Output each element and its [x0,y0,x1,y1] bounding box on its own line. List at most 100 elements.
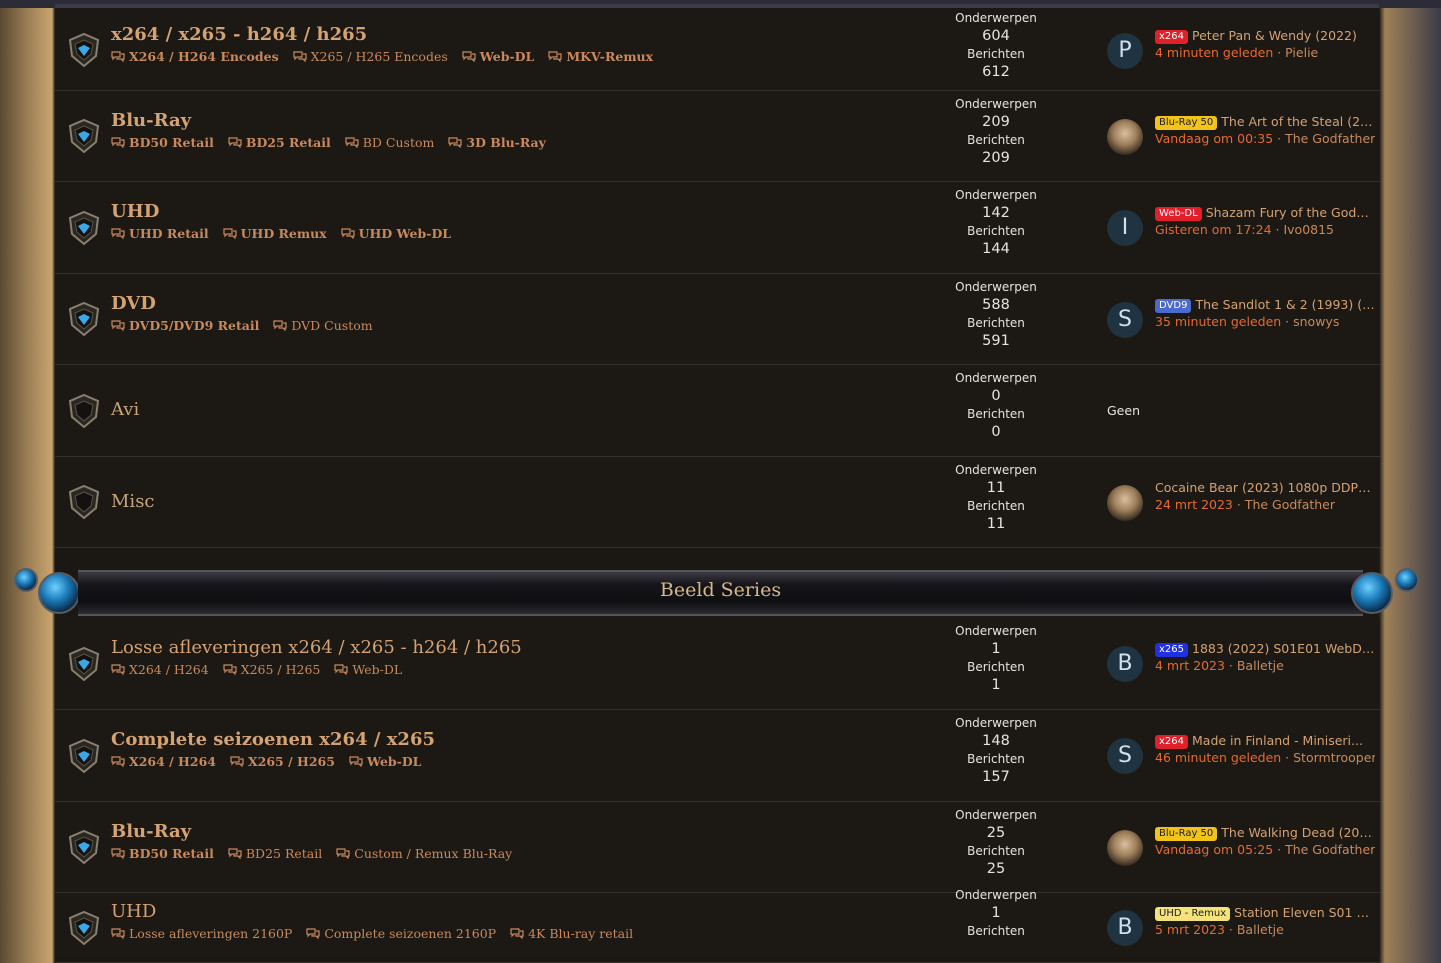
last-post-title[interactable]: x264 Peter Pan & Wendy (2022) [1155,28,1375,44]
subforum-link[interactable]: Web-DL [462,49,534,64]
subforum-link[interactable]: BD25 Retail [228,846,322,861]
last-post-title-text[interactable]: 1883 (2022) S01E01 WebDl 2... [1192,641,1375,656]
last-post-title[interactable]: x265 1883 (2022) S01E01 WebDl 2... [1155,641,1375,657]
forum-title[interactable]: Losse afleveringen x264 / x265 - h264 / … [111,637,522,658]
comments-icon [462,50,476,62]
last-post-time[interactable]: 5 mrt 2023 [1155,922,1225,937]
forum-title[interactable]: UHD [111,901,156,922]
topics-count: 0 [991,388,1001,404]
last-post-title-text[interactable]: Cocaine Bear (2023) 1080p DDP5.1... [1155,480,1375,495]
last-post-title[interactable]: Web-DL Shazam Fury of the Gods ... [1155,205,1375,221]
last-post-title[interactable]: UHD - Remux Station Eleven S01 Bl... [1155,905,1375,921]
last-post-time[interactable]: 4 minuten geleden [1155,45,1273,60]
last-post-title-text[interactable]: The Sandlot 1 & 2 (1993) (20... [1195,297,1375,312]
last-post-user[interactable]: The Godfather [1285,842,1375,857]
last-post-user[interactable]: The Godfather [1285,131,1375,146]
subforum-link[interactable]: 3D Blu-Ray [448,135,546,150]
subforum-link[interactable]: UHD Web-DL [341,226,451,241]
last-post-title-text[interactable]: Peter Pan & Wendy (2022) [1192,28,1357,43]
subforum-link[interactable]: BD25 Retail [228,135,331,150]
last-post-time[interactable]: Gisteren om 17:24 [1155,222,1272,237]
topics-count: 148 [982,733,1010,749]
user-avatar[interactable] [1107,118,1143,155]
last-post-title[interactable]: Cocaine Bear (2023) 1080p DDP5.1... [1155,480,1375,495]
subforum-link[interactable]: UHD Retail [111,226,209,241]
user-avatar[interactable]: B [1107,910,1143,946]
subforum-link[interactable]: Complete seizoenen 2160P [306,926,496,941]
subforum-link[interactable]: Web-DL [349,754,421,769]
subforum-link[interactable]: BD Custom [345,135,434,150]
subforum-link[interactable]: Losse afleveringen 2160P [111,926,292,941]
last-post-time[interactable]: 46 minuten geleden [1155,750,1281,765]
forum-title[interactable]: Blu-Ray [111,821,191,842]
forum-title[interactable]: DVD [111,293,156,314]
last-post-time[interactable]: 35 minuten geleden [1155,314,1281,329]
posts-label: Berichten [967,752,1025,766]
posts-label: Berichten [967,224,1025,238]
subforum-link[interactable]: X265 / H265 Encodes [293,49,448,64]
subforum-link[interactable]: MKV-Remux [548,49,653,64]
last-post-user[interactable]: Ivo0815 [1283,222,1334,237]
user-avatar[interactable]: S [1107,738,1143,774]
subforum-link[interactable]: Web-DL [334,662,402,677]
last-post-title-text[interactable]: Shazam Fury of the Gods ... [1206,205,1375,220]
subforum-link[interactable]: DVD5/DVD9 Retail [111,318,259,333]
last-post-title-text[interactable]: Made in Finland - Miniseri... [1192,733,1363,748]
user-avatar[interactable] [1107,829,1143,866]
subforum-link[interactable]: X265 / H265 [230,754,335,769]
last-post-title-text[interactable]: Station Eleven S01 Bl... [1234,905,1375,920]
comments-icon [345,136,359,148]
meta-separator: · [1273,841,1286,857]
subforum-link[interactable]: BD50 Retail [111,135,214,150]
forum-title[interactable]: x264 / x265 - h264 / h265 [111,24,367,45]
forum-stats: Onderwerpen 142 Berichten 144 [941,187,1051,259]
last-post-user[interactable]: Pielie [1285,45,1318,60]
subforum-link[interactable]: 4K Blu-ray retail [510,926,633,941]
subforum-link[interactable]: UHD Remux [223,226,327,241]
last-post-title-text[interactable]: The Art of the Steal (20... [1221,114,1375,129]
section-title[interactable]: Beeld Series [0,579,1441,601]
user-avatar[interactable]: S [1107,301,1143,338]
top-bar-edge [55,4,1379,8]
forum-title[interactable]: Misc [111,491,155,512]
last-post: Cocaine Bear (2023) 1080p DDP5.1... 24 mr… [1107,457,1375,548]
last-post-meta: Vandaag om 05:25 · The Godfather [1155,842,1375,857]
user-avatar[interactable] [1107,484,1143,521]
last-post-user[interactable]: The Godfather [1245,497,1335,512]
prefix-badge: x265 [1155,643,1189,657]
comments-icon [228,136,242,148]
user-avatar[interactable]: B [1107,646,1143,682]
subforum-list: BD50 Retail BD25 Retail Custom / Remux Blu… [111,846,526,861]
subforum-link[interactable]: BD50 Retail [111,846,214,861]
subforum-label: DVD Custom [291,317,373,333]
comments-icon [111,50,125,62]
forum-title[interactable]: Avi [111,399,139,420]
last-post-time[interactable]: 24 mrt 2023 [1155,497,1233,512]
user-avatar[interactable]: P [1107,32,1143,69]
forum-title[interactable]: Blu-Ray [111,110,191,131]
subforum-link[interactable]: X265 / H265 [223,662,320,677]
last-post-time[interactable]: 4 mrt 2023 [1155,658,1225,673]
last-post-time[interactable]: Vandaag om 05:25 [1155,842,1273,857]
last-post-title-text[interactable]: The Walking Dead (201... [1221,825,1375,840]
last-post-time[interactable]: Vandaag om 00:35 [1155,131,1273,146]
subforum-link[interactable]: X264 / H264 Encodes [111,49,279,64]
prefix-badge: x264 [1155,735,1189,749]
last-post-title[interactable]: Blu-Ray 50 The Art of the Steal (20... [1155,114,1375,130]
subforum-link[interactable]: DVD Custom [273,317,373,333]
last-post-title[interactable]: Blu-Ray 50 The Walking Dead (201... [1155,825,1375,841]
last-post-user[interactable]: Balletje [1237,922,1284,937]
subforum-label: BD25 Retail [245,845,323,861]
user-avatar[interactable]: I [1107,210,1143,246]
last-post-title[interactable]: DVD9 The Sandlot 1 & 2 (1993) (20... [1155,297,1375,313]
last-post-user[interactable]: Balletje [1237,658,1284,673]
subforum-link[interactable]: X264 / H264 [111,662,209,677]
forum-title[interactable]: UHD [111,201,159,222]
forum-title[interactable]: Complete seizoenen x264 / x265 [111,729,435,750]
subforum-link[interactable]: Custom / Remux Blu-Ray [336,846,512,861]
subforum-link[interactable]: X264 / H264 [111,754,216,769]
last-post-title[interactable]: x264 Made in Finland - Miniseri... [1155,733,1375,749]
last-post-user[interactable]: Stormtrooper [1293,750,1375,765]
last-post-user[interactable]: snowys [1293,314,1339,329]
forum-section-beeld-series: Losse afleveringen x264 / x265 - h264 / … [54,618,1381,963]
